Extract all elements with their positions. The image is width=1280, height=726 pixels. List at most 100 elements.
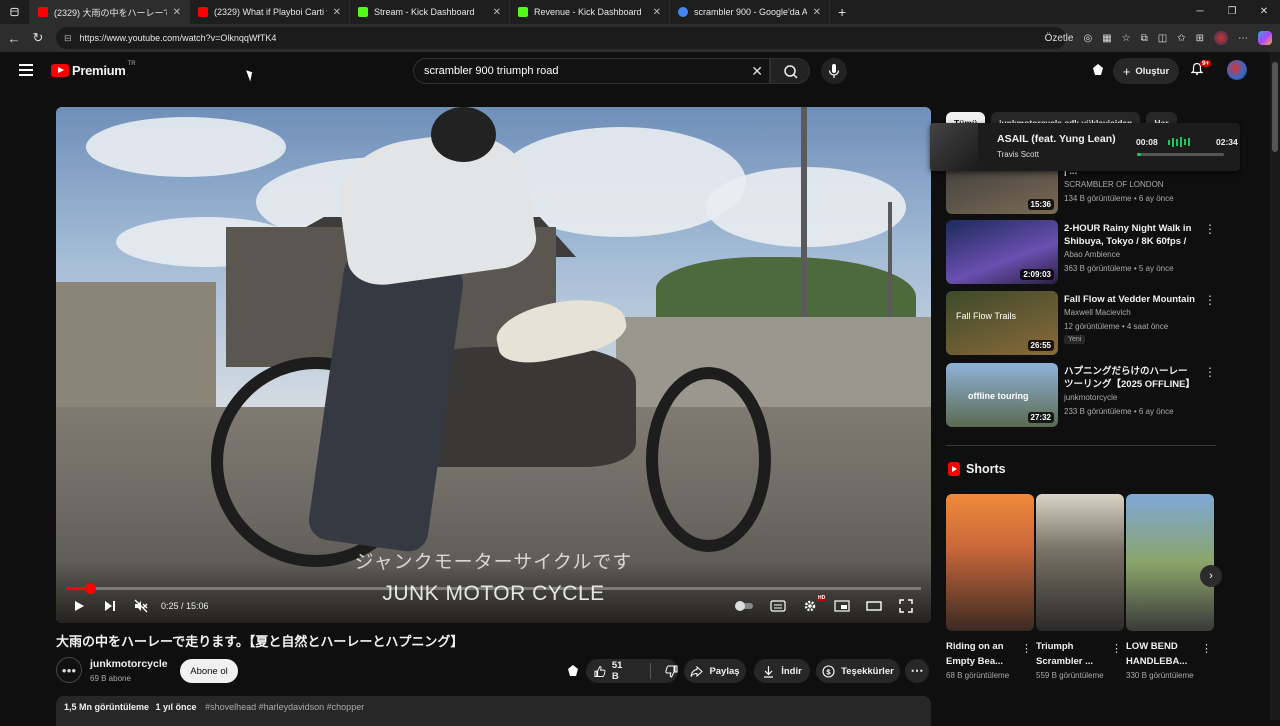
browser-tab[interactable]: scrambler 900 - Google'da Ara ✕ (670, 0, 830, 24)
clear-search-icon[interactable]: ✕ (751, 63, 763, 80)
mute-button[interactable] (134, 597, 148, 615)
recommendation-channel[interactable]: Abao Ambience (1064, 250, 1120, 259)
favorite-star-icon[interactable]: ☆ (1122, 33, 1131, 44)
miniplayer-icon (834, 600, 850, 612)
short-views: 68 B görüntüleme (946, 671, 1010, 680)
menu-icon[interactable] (19, 64, 33, 76)
scrollbar-thumb[interactable] (1272, 62, 1278, 152)
youtube-premium-logo[interactable]: Premium TR (51, 61, 136, 78)
tab-actions-icon[interactable] (0, 0, 30, 24)
close-tab-icon[interactable]: ✕ (333, 7, 341, 18)
more-options-icon[interactable]: ⋮ (1111, 642, 1122, 655)
create-button[interactable]: + Oluştur (1113, 58, 1179, 84)
play-button[interactable] (72, 597, 86, 615)
extensions-icon[interactable]: ⧉ (1141, 33, 1148, 44)
progress-scrubber[interactable] (84, 583, 96, 594)
recommendation-channel[interactable]: SCRAMBLER OF LONDON (1064, 180, 1164, 189)
fullscreen-button[interactable] (899, 597, 913, 615)
shorts-next-arrow-icon[interactable]: › (1200, 565, 1222, 587)
youtube-header: Premium TR scrambler 900 triumph road ✕ … (0, 52, 1270, 92)
site-info-icon[interactable]: ⊟ (64, 33, 72, 44)
like-button[interactable]: 51 B (594, 660, 630, 682)
back-icon[interactable]: ← (2, 31, 26, 46)
next-button[interactable] (103, 597, 117, 615)
search-button[interactable] (770, 58, 810, 84)
close-tab-icon[interactable]: ✕ (493, 7, 501, 18)
short-title: Riding on an Empty Bea... (946, 641, 1004, 667)
description-box[interactable]: 1,5 Mn görüntüleme 1 yıl önce #shovelhea… (56, 696, 931, 726)
copilot-icon[interactable]: ◎ (1083, 33, 1092, 44)
more-options-icon[interactable]: ⋮ (1204, 365, 1216, 379)
duration-badge: 15:36 (1027, 199, 1054, 210)
minimize-icon[interactable]: ─ (1184, 0, 1216, 24)
profile-icon[interactable] (1214, 31, 1228, 45)
favorites-icon[interactable]: ✩ (1177, 33, 1185, 44)
autoplay-toggle[interactable] (734, 597, 754, 615)
reading-mode-icon[interactable]: ▦ (1102, 33, 1111, 44)
download-label: İndir (781, 665, 802, 677)
short-thumbnail (946, 494, 1034, 631)
voice-search-button[interactable] (821, 58, 847, 84)
page-scrollbar[interactable] (1270, 52, 1280, 720)
progress-bar[interactable] (66, 583, 921, 594)
short-item[interactable]: LOW BEND HANDLEBA... 330 B görüntüleme ⋮ (1126, 494, 1214, 683)
browser-tab[interactable]: Stream - Kick Dashboard ✕ (350, 0, 510, 24)
browser-tab[interactable]: Revenue - Kick Dashboard ✕ (510, 0, 670, 24)
close-window-icon[interactable]: ✕ (1248, 0, 1280, 24)
close-tab-icon[interactable]: ✕ (653, 7, 661, 18)
account-avatar[interactable] (1227, 60, 1247, 80)
short-item[interactable]: Triumph Scrambler ... 559 B görüntüleme … (1036, 494, 1124, 683)
copilot-sidebar-icon[interactable] (1258, 31, 1272, 45)
close-tab-icon[interactable]: ✕ (813, 7, 821, 18)
more-options-icon[interactable]: ⋮ (1204, 222, 1216, 236)
subtitles-button[interactable] (770, 597, 786, 615)
recommendation-item[interactable]: 2:09:03 2-HOUR Rainy Night Walk in Shibu… (946, 220, 1216, 286)
section-divider (946, 445, 1216, 446)
gem-icon[interactable] (1091, 63, 1105, 77)
hashtags[interactable]: #shovelhead #harleydavidson #chopper (205, 702, 364, 712)
more-menu-icon[interactable]: ⋯ (1238, 33, 1248, 44)
thanks-button[interactable]: $ Teşekkürler (816, 659, 900, 683)
recommendation-item[interactable]: Fall Flow Trails 26:55 Fall Flow at Vedd… (946, 291, 1216, 357)
duration-badge: 2:09:03 (1020, 269, 1054, 280)
short-item[interactable]: Riding on an Empty Bea... 68 B görüntüle… (946, 494, 1034, 683)
subscribe-button[interactable]: Abone ol (180, 659, 238, 683)
miniplayer-button[interactable] (834, 597, 850, 615)
share-button[interactable]: Paylaş (684, 659, 746, 683)
channel-name[interactable]: junkmotorcycle (90, 658, 168, 670)
new-badge: Yeni (1064, 335, 1086, 344)
recommendation-item[interactable]: offline touring 27:32 ハプニングだらけのハーレーツーリング… (946, 363, 1216, 429)
browser-tab[interactable]: (2329) 大雨の中をハーレーで走ります。 ✕ (30, 0, 190, 24)
download-button[interactable]: İndir (754, 659, 810, 683)
svg-text:$: $ (827, 667, 832, 676)
video-thumbnail: 2:09:03 (946, 220, 1058, 284)
more-actions-button[interactable]: ⋯ (905, 659, 929, 683)
browser-tab-bar: (2329) 大雨の中をハーレーで走ります。 ✕ (2329) What if … (0, 0, 1280, 24)
settings-button[interactable] (803, 597, 817, 615)
new-tab-button[interactable]: + (830, 4, 846, 20)
dislike-button[interactable] (665, 665, 678, 678)
more-options-icon[interactable]: ⋮ (1204, 293, 1216, 307)
create-label: Oluştur (1135, 65, 1170, 77)
url-field[interactable]: ⊟ https://www.youtube.com/watch?v=Olknqq… (56, 27, 1066, 49)
muted-speaker-icon (134, 599, 148, 613)
video-player[interactable]: ジャンクモーターサイクルです JUNK MOTOR CYCLE 0:25 / 1… (56, 107, 931, 623)
media-control-popup[interactable]: ASAIL (feat. Yung Lean) Travis Scott 00:… (930, 123, 1240, 171)
close-tab-icon[interactable]: ✕ (173, 7, 181, 18)
more-options-icon[interactable]: ⋮ (1021, 642, 1032, 655)
premium-gem-icon[interactable] (563, 659, 583, 683)
collections-icon[interactable]: ⊞ (1196, 33, 1204, 44)
song-progress-bar[interactable] (1137, 153, 1224, 156)
maximize-icon[interactable]: ❐ (1216, 0, 1248, 24)
summarize-button[interactable]: Özetle (1045, 33, 1074, 44)
recommendation-channel[interactable]: junkmotorcycle (1064, 393, 1117, 402)
channel-avatar[interactable]: ●●● (56, 657, 82, 683)
split-screen-icon[interactable]: ◫ (1158, 33, 1167, 44)
more-options-icon[interactable]: ⋮ (1201, 642, 1212, 655)
theater-mode-button[interactable] (866, 597, 882, 615)
shorts-icon (948, 462, 960, 476)
browser-tab[interactable]: (2329) What if Playboi Carti was p ✕ (190, 0, 350, 24)
search-input[interactable]: scrambler 900 triumph road ✕ (413, 58, 770, 84)
reload-icon[interactable]: ↻ (26, 30, 50, 46)
recommendation-channel[interactable]: Maxwell Macievich (1064, 308, 1131, 317)
